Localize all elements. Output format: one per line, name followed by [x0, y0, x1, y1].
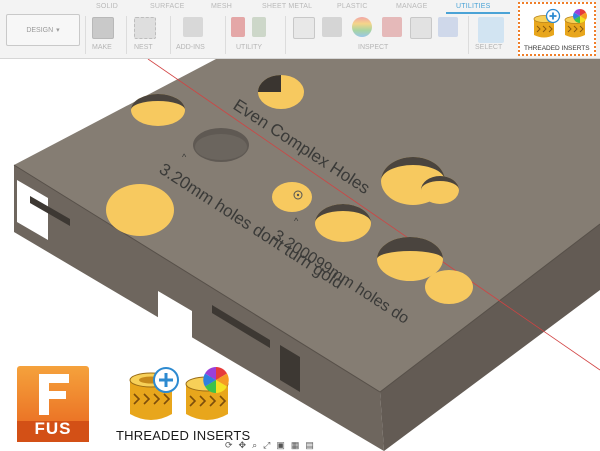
gold-hole[interactable] [258, 75, 304, 109]
zebra-icon[interactable] [382, 17, 402, 37]
measure-icon[interactable] [293, 17, 315, 39]
grid-icon[interactable]: ▦ [291, 440, 300, 451]
group-make[interactable]: MAKE [92, 44, 112, 51]
navigation-bar: ⟳ ✥ ⌕ ⤢ ▣ ▦ ▤ [225, 440, 390, 451]
nest-icon[interactable] [134, 17, 156, 39]
gold-hole[interactable] [272, 182, 312, 212]
threaded-inserts-panel[interactable]: THREADED INSERTS [518, 2, 596, 56]
toolbar: SOLID SURFACE MESH SHEET METAL PLASTIC M… [0, 0, 600, 59]
gold-hole[interactable] [425, 270, 473, 304]
divider [468, 16, 469, 54]
group-utility[interactable]: UTILITY [236, 44, 262, 51]
zoom-icon[interactable]: ⌕ [252, 440, 257, 451]
gold-hole[interactable] [106, 184, 174, 236]
orbit-icon[interactable]: ⟳ [225, 440, 233, 451]
threaded-inserts-label: THREADED INSERTS [524, 45, 590, 52]
logo-text: FUS [34, 419, 72, 438]
section-analysis-icon[interactable] [410, 17, 432, 39]
group-nest[interactable]: NEST [134, 44, 153, 51]
tab-utilities[interactable]: UTILITIES [456, 3, 490, 10]
group-add-ins[interactable]: ADD-INS [176, 44, 205, 51]
scripts-addins-icon[interactable] [183, 17, 203, 37]
tab-surface[interactable]: SURFACE [150, 3, 184, 10]
select-icon[interactable] [478, 17, 504, 43]
divider [85, 16, 86, 54]
big-threaded-insert-icons [129, 367, 229, 420]
model-viewport[interactable]: ^ ^ Even Complex Holes 3.20mm holes dont… [0, 59, 600, 451]
divider [225, 16, 226, 54]
fusion-logo: FUS [17, 366, 89, 442]
display-icon[interactable]: ▣ [276, 440, 285, 451]
fit-icon[interactable]: ⤢ [263, 440, 270, 451]
tab-mesh[interactable]: MESH [211, 3, 232, 10]
gold-hole[interactable] [131, 94, 185, 126]
threaded-insert-add-icon [129, 367, 179, 420]
pan-icon[interactable]: ✥ [239, 440, 247, 451]
make-3d-print-icon[interactable] [92, 17, 114, 39]
threaded-insert-color-icon [185, 367, 229, 420]
gold-hole[interactable] [315, 204, 371, 242]
workspace-label: DESIGN [26, 26, 54, 34]
tab-manage[interactable]: MANAGE [396, 3, 428, 10]
threaded-insert-add-icon[interactable] [533, 8, 561, 38]
group-select[interactable]: SELECT [475, 44, 502, 51]
tab-plastic[interactable]: PLASTIC [337, 3, 368, 10]
threaded-inserts-icons [533, 8, 587, 38]
interference-icon[interactable] [322, 17, 342, 37]
tab-solid[interactable]: SOLID [96, 3, 118, 10]
workspace-dropdown[interactable]: DESIGN ▾ [6, 14, 80, 46]
threaded-insert-color-icon[interactable] [564, 9, 587, 38]
draft-analysis-icon[interactable] [438, 17, 458, 37]
group-inspect[interactable]: INSPECT [358, 44, 388, 51]
viewports-icon[interactable]: ▤ [305, 440, 314, 451]
divider [126, 16, 127, 54]
curvature-icon[interactable] [352, 17, 372, 37]
tab-sheet-metal[interactable]: SHEET METAL [262, 3, 312, 10]
divider [285, 16, 286, 54]
gray-hole[interactable] [193, 128, 249, 162]
divider [170, 16, 171, 54]
utility-icon-2[interactable] [252, 17, 266, 37]
design-dropdown-icon: ▾ [56, 27, 60, 34]
utility-icon-1[interactable] [231, 17, 245, 37]
active-tab-indicator [446, 12, 510, 14]
